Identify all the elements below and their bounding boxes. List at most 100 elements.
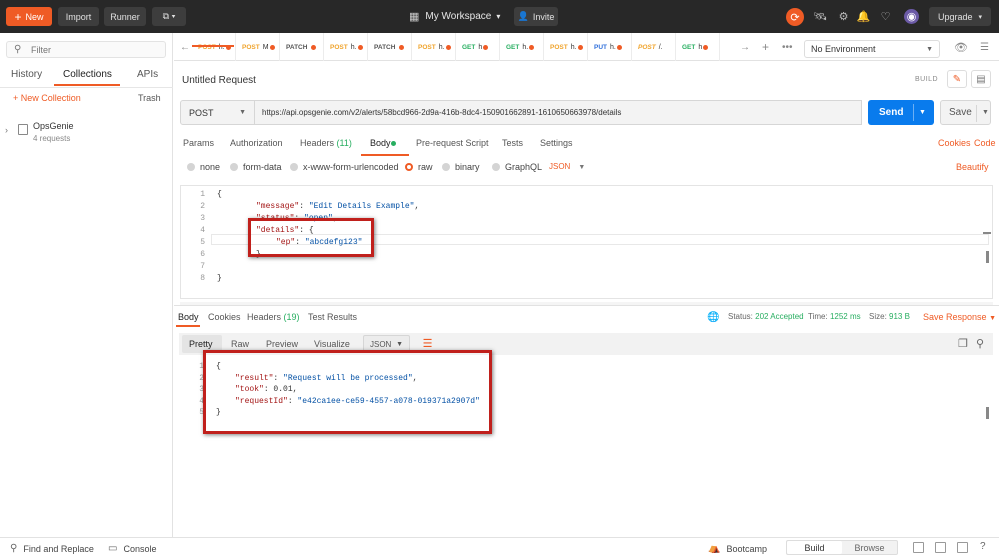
body-format-select[interactable]: JSON ▼: [549, 162, 585, 171]
sidebar-search[interactable]: ⚲: [6, 41, 166, 58]
request-tab[interactable]: POST h.: [192, 33, 236, 61]
response-tab-cookies[interactable]: Cookies: [208, 312, 241, 322]
build-label: BUILD: [915, 76, 939, 83]
request-tab[interactable]: GET h: [676, 33, 720, 61]
radio-graphql[interactable]: GraphQL: [492, 162, 542, 172]
grid-icon: ▦: [409, 11, 420, 23]
runner-button[interactable]: Runner: [104, 7, 146, 26]
scrollbar[interactable]: [986, 251, 989, 263]
keyboard-icon[interactable]: [957, 542, 968, 553]
view-raw[interactable]: Raw: [231, 339, 249, 349]
pencil-icon[interactable]: ✎: [947, 70, 967, 88]
collection-name[interactable]: OpsGenie: [33, 121, 74, 131]
request-tab[interactable]: PUT h.: [588, 33, 632, 61]
more-icon[interactable]: •••: [776, 33, 793, 61]
sync-icon[interactable]: ⟳: [786, 8, 804, 26]
response-tab-headers[interactable]: Headers (19): [247, 312, 300, 322]
view-visualize[interactable]: Visualize: [314, 339, 350, 349]
console-button[interactable]: ▭ Console: [108, 543, 156, 554]
arrow-left-icon[interactable]: ←: [174, 33, 190, 61]
code-link[interactable]: Code: [974, 138, 996, 148]
browse-mode-button[interactable]: Browse: [842, 541, 897, 554]
response-tab-test-results[interactable]: Test Results: [308, 312, 357, 322]
radio-form-data[interactable]: form-data: [230, 162, 282, 172]
copy-icon[interactable]: ❐: [958, 337, 968, 350]
upgrade-button[interactable]: Upgrade ▾: [929, 7, 991, 26]
radio-none[interactable]: none: [187, 162, 220, 172]
chevron-down-icon: ▼: [396, 340, 403, 348]
gear-icon[interactable]: ⚙: [836, 9, 851, 24]
heart-icon[interactable]: ♡: [878, 9, 893, 24]
satellite-icon[interactable]: 🛰: [813, 9, 828, 24]
line-number: 4: [200, 226, 205, 235]
chevron-down-icon[interactable]: ▼: [919, 109, 926, 116]
tab-apis[interactable]: APIs: [137, 69, 158, 80]
tab-tests[interactable]: Tests: [502, 138, 523, 148]
send-button[interactable]: Send ▼: [868, 100, 934, 125]
radio-binary[interactable]: binary: [442, 162, 480, 172]
layout-single-icon[interactable]: [913, 542, 924, 553]
request-tab[interactable]: PATCH: [280, 33, 324, 61]
help-icon[interactable]: ?: [980, 541, 986, 552]
find-replace-button[interactable]: ⚲ Find and Replace: [10, 543, 94, 554]
globe-icon[interactable]: 🌐: [707, 312, 719, 323]
environment-select[interactable]: No Environment ▼: [804, 40, 940, 58]
view-pretty[interactable]: Pretty: [189, 339, 213, 349]
tab-collections[interactable]: Collections: [63, 69, 112, 80]
import-button[interactable]: Import: [58, 7, 99, 26]
method-label: POST: [189, 107, 214, 118]
save-response-button[interactable]: Save Response ▼: [923, 312, 996, 322]
response-tab-body[interactable]: Body: [178, 312, 199, 322]
request-tab[interactable]: POST h.: [412, 33, 456, 61]
url-input[interactable]: https://api.opsgenie.com/v2/alerts/58bcd…: [255, 100, 862, 125]
search-icon[interactable]: ⚲: [976, 337, 984, 350]
tab-params[interactable]: Params: [183, 138, 214, 148]
collection-folder-icon: [18, 124, 28, 135]
new-collection-button[interactable]: + New Collection: [13, 93, 81, 103]
tab-authorization[interactable]: Authorization: [230, 138, 283, 148]
settings-sliders-icon[interactable]: ☰: [974, 33, 992, 61]
avatar[interactable]: ◉: [904, 9, 919, 24]
tab-history[interactable]: History: [11, 69, 42, 80]
document-icon[interactable]: ▤: [971, 70, 991, 88]
request-tab[interactable]: POST h.: [544, 33, 588, 61]
tab-settings[interactable]: Settings: [540, 138, 573, 148]
new-button[interactable]: + New: [6, 7, 52, 26]
request-tab[interactable]: POST/.: [632, 33, 676, 61]
radio-urlencoded[interactable]: x-www-form-urlencoded: [290, 162, 399, 172]
workspace-selector[interactable]: ▦ My Workspace ▾: [409, 10, 500, 23]
request-tab[interactable]: POST M: [236, 33, 280, 61]
status-bar: ⚲ Find and Replace ▭ Console ⛺ Bootcamp Bui…: [0, 537, 999, 557]
request-tab[interactable]: POST h.: [324, 33, 368, 61]
add-tab-icon[interactable]: +: [756, 33, 772, 61]
chevron-right-icon[interactable]: ›: [5, 125, 8, 135]
scrollbar[interactable]: [986, 407, 989, 419]
arrow-right-icon[interactable]: →: [734, 33, 750, 61]
build-mode-button[interactable]: Build: [787, 541, 842, 554]
trash-button[interactable]: Trash: [138, 93, 161, 103]
wrap-lines-icon[interactable]: ☰: [421, 337, 434, 350]
radio-raw[interactable]: raw: [405, 162, 433, 172]
beautify-button[interactable]: Beautify: [956, 162, 989, 172]
chevron-down-icon[interactable]: ▼: [982, 109, 989, 116]
view-preview[interactable]: Preview: [266, 339, 298, 349]
search-input[interactable]: [31, 45, 161, 55]
bootcamp-button[interactable]: ⛺ Bootcamp: [708, 543, 767, 554]
scrollbar[interactable]: [983, 232, 991, 234]
bell-icon[interactable]: 🔔: [856, 9, 871, 24]
request-tab[interactable]: GET h.: [500, 33, 544, 61]
request-tab[interactable]: GET h: [456, 33, 500, 61]
request-title[interactable]: Untitled Request: [182, 75, 256, 86]
new-window-button[interactable]: ⧉ ▾: [152, 7, 186, 26]
method-select[interactable]: POST ▼: [180, 100, 255, 125]
request-tab[interactable]: PATCH: [368, 33, 412, 61]
invite-button[interactable]: 👤 Invite: [514, 7, 558, 26]
tab-pre-request-script[interactable]: Pre-request Script: [416, 138, 489, 148]
cookies-link[interactable]: Cookies: [938, 138, 971, 148]
layout-split-icon[interactable]: [935, 542, 946, 553]
workspace-name: My Workspace: [425, 11, 492, 22]
tab-headers[interactable]: Headers (11): [300, 138, 352, 148]
save-button[interactable]: Save ▼: [940, 100, 991, 125]
eye-icon[interactable]: 👁: [948, 33, 968, 61]
tab-body[interactable]: Body: [370, 138, 391, 148]
